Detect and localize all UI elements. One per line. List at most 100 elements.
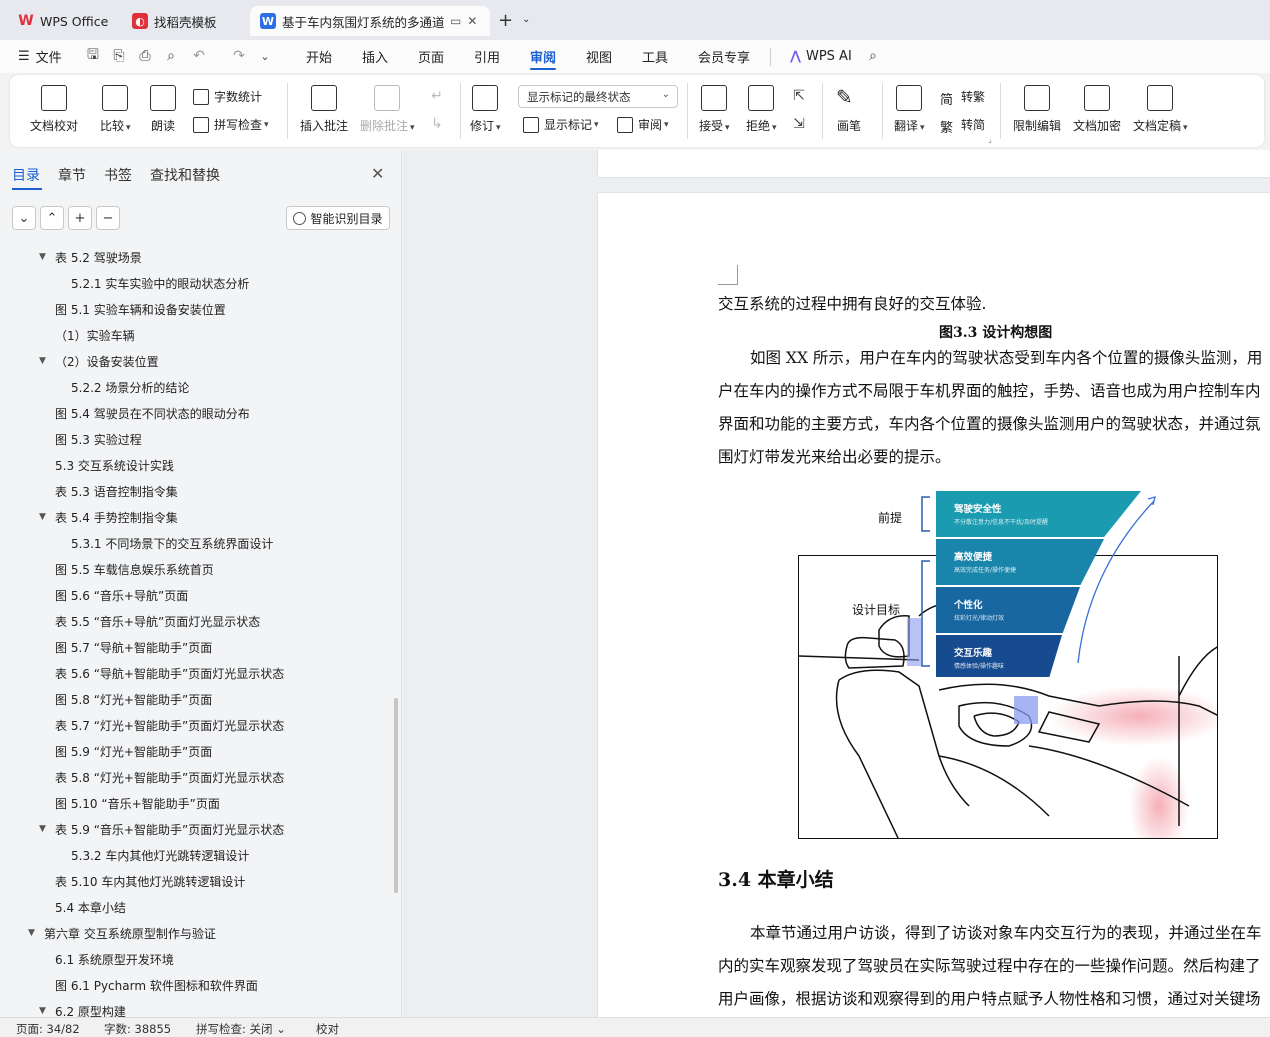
tab-toc[interactable]: 目录: [12, 165, 40, 185]
next-revision-icon[interactable]: ⇲: [790, 115, 808, 133]
toc-item[interactable]: 表 5.5 “音乐+导航”页面灯光显示状态: [55, 610, 260, 632]
expand-arrow-icon[interactable]: ▼: [39, 252, 46, 262]
expand-group-icon[interactable]: ⌟: [988, 135, 992, 144]
page-indicator[interactable]: 页面: 34/82: [16, 1021, 80, 1037]
toc-item[interactable]: ▼ 表 5.4 手势控制指令集: [39, 506, 178, 528]
save-icon[interactable]: 🖫: [84, 47, 102, 65]
accept-button[interactable]: 接受 ▾: [699, 85, 730, 134]
close-icon[interactable]: ✕: [467, 14, 477, 28]
toc-item[interactable]: 图 5.4 驾驶员在不同状态的眼动分布: [55, 402, 250, 424]
to-simplified-button[interactable]: 繁 转简: [940, 116, 985, 136]
chevron-down-icon[interactable]: ⌄: [522, 14, 530, 25]
menu-item-references[interactable]: 引用: [474, 40, 500, 73]
expand-arrow-icon[interactable]: ▼: [39, 512, 46, 522]
revise-button[interactable]: 修订 ▾: [470, 85, 501, 134]
toc-item[interactable]: 图 6.1 Pycharm 软件图标和软件界面: [55, 974, 258, 996]
spell-check-button[interactable]: 拼写检查 ▾: [193, 116, 269, 133]
review-pane-button[interactable]: 审阅 ▾: [617, 116, 669, 133]
toc-item[interactable]: 图 5.6 “音乐+导航”页面: [55, 584, 188, 606]
menu-item-review[interactable]: 审阅: [530, 40, 557, 73]
toc-item[interactable]: ▼ 表 5.9 “音乐+智能助手”页面灯光显示状态: [39, 818, 284, 840]
toc-item[interactable]: 表 5.6 “导航+智能助手”页面灯光显示状态: [55, 662, 284, 684]
undo-icon[interactable]: ↶: [190, 47, 208, 65]
remove-heading-button[interactable]: −: [96, 206, 120, 230]
toc-item[interactable]: 图 5.3 实验过程: [55, 428, 142, 450]
toc-item[interactable]: 5.4 本章小结: [55, 896, 126, 918]
next-comment-icon[interactable]: ↳: [428, 115, 446, 133]
toc-item[interactable]: 图 5.7 “导航+智能助手”页面: [55, 636, 212, 658]
export-icon[interactable]: ⎘: [110, 47, 128, 65]
add-heading-button[interactable]: +: [68, 206, 92, 230]
toc-item[interactable]: 图 5.5 车载信息娱乐系统首页: [55, 558, 214, 580]
spell-check-status[interactable]: 拼写检查: 关闭 ⌄: [196, 1021, 286, 1037]
word-count-button[interactable]: 字数统计: [193, 88, 262, 105]
insert-comment-button[interactable]: 插入批注: [300, 85, 348, 134]
toc-item[interactable]: 表 5.10 车内其他灯光跳转逻辑设计: [55, 870, 245, 892]
toc-item[interactable]: 5.2.1 实车实验中的眼动状态分析: [71, 272, 249, 294]
toc-item[interactable]: 图 5.8 “灯光+智能助手”页面: [55, 688, 212, 710]
restrict-edit-button[interactable]: 限制编辑: [1013, 85, 1061, 134]
monitor-icon[interactable]: ▭: [450, 14, 461, 28]
toc-item[interactable]: ▼ （2）设备安装位置: [39, 350, 159, 372]
tab-current-document[interactable]: W 基于车内氛围灯系统的多通道 ▭ ✕: [250, 6, 490, 36]
toc-scrollbar[interactable]: [394, 698, 398, 893]
toc-item[interactable]: 图 5.1 实验车辆和设备安装位置: [55, 298, 226, 320]
delete-comment-button[interactable]: 删除批注 ▾: [360, 85, 415, 134]
search-icon[interactable]: ⌕: [864, 47, 882, 65]
smart-toc-button[interactable]: 智能识别目录: [286, 206, 390, 230]
menu-item-tools[interactable]: 工具: [642, 40, 668, 73]
menu-item-view[interactable]: 视图: [586, 40, 612, 73]
redo-icon[interactable]: ↷: [230, 47, 248, 65]
expand-arrow-icon[interactable]: ▼: [39, 356, 46, 366]
toc-item[interactable]: 5.2.2 场景分析的结论: [71, 376, 189, 398]
proofread-button[interactable]: 文档校对: [30, 85, 78, 134]
tab-find-replace[interactable]: 查找和替换: [150, 165, 220, 185]
wps-ai-button[interactable]: ⋀ WPS AI: [790, 40, 852, 73]
word-count-indicator[interactable]: 字数: 38855: [104, 1021, 171, 1037]
document-page[interactable]: 交互系统的过程中拥有良好的交互体验. 图3.3 设计构想图 如图 XX 所示，用…: [598, 193, 1270, 1017]
translate-button[interactable]: 翻译 ▾: [894, 85, 925, 134]
tab-chapters[interactable]: 章节: [58, 165, 86, 185]
toc-item[interactable]: ▼ 表 5.2 驾驶场景: [39, 246, 142, 268]
toc-item[interactable]: 表 5.7 “灯光+智能助手”页面灯光显示状态: [55, 714, 284, 736]
toc-item[interactable]: ▼ 第六章 交互系统原型制作与验证: [28, 922, 216, 944]
toc-item[interactable]: 6.1 系统原型开发环境: [55, 948, 174, 970]
proof-status[interactable]: 校对: [316, 1021, 339, 1037]
to-traditional-button[interactable]: 简 转繁: [940, 88, 985, 108]
chevron-down-icon[interactable]: ⌄: [256, 47, 274, 65]
markup-state-dropdown[interactable]: 显示标记的最终状态 ⌄: [518, 85, 678, 108]
toc-item[interactable]: 表 5.8 “灯光+智能助手”页面灯光显示状态: [55, 766, 284, 788]
menu-item-insert[interactable]: 插入: [362, 40, 388, 73]
toc-item[interactable]: ▼ 6.2 原型构建: [39, 1000, 126, 1018]
menu-item-member[interactable]: 会员专享: [698, 40, 750, 73]
new-tab-icon[interactable]: +: [498, 10, 513, 31]
previous-revision-icon[interactable]: ⇱: [790, 87, 808, 105]
expand-arrow-icon[interactable]: ▼: [28, 928, 35, 938]
print-icon[interactable]: ⎙: [136, 47, 154, 65]
pen-button[interactable]: ✎ 画笔: [836, 85, 862, 134]
expand-up-button[interactable]: ⌃: [40, 206, 64, 230]
reject-button[interactable]: 拒绝 ▾: [746, 85, 777, 134]
tab-wps-office[interactable]: W WPS Office: [8, 6, 116, 36]
encrypt-document-button[interactable]: 文档加密: [1073, 85, 1121, 134]
toc-item[interactable]: 图 5.10 “音乐+智能助手”页面: [55, 792, 220, 814]
print-preview-icon[interactable]: ⌕: [162, 47, 180, 65]
expand-arrow-icon[interactable]: ▼: [39, 824, 46, 834]
tab-docer-templates[interactable]: ◐ 找稻壳模板: [122, 6, 244, 36]
previous-comment-icon[interactable]: ↵: [428, 87, 446, 105]
document-area[interactable]: 交互系统的过程中拥有良好的交互体验. 图3.3 设计构想图 如图 XX 所示，用…: [403, 150, 1270, 1017]
close-panel-icon[interactable]: ✕: [371, 164, 384, 183]
toc-item[interactable]: （1）实验车辆: [55, 324, 135, 346]
file-menu[interactable]: ☰ 文件: [18, 40, 62, 73]
show-markup-button[interactable]: 显示标记 ▾: [523, 116, 599, 133]
read-aloud-button[interactable]: 朗读: [150, 85, 176, 134]
toc-item[interactable]: 表 5.3 语音控制指令集: [55, 480, 178, 502]
tab-bookmarks[interactable]: 书签: [104, 165, 132, 185]
finalize-document-button[interactable]: 文档定稿 ▾: [1133, 85, 1188, 134]
toc-item[interactable]: 图 5.9 “灯光+智能助手”页面: [55, 740, 212, 762]
collapse-all-button[interactable]: ⌄: [12, 206, 36, 230]
expand-arrow-icon[interactable]: ▼: [39, 1006, 46, 1016]
toc-item[interactable]: 5.3.2 车内其他灯光跳转逻辑设计: [71, 844, 249, 866]
menu-item-start[interactable]: 开始: [306, 40, 332, 73]
toc-item[interactable]: 5.3 交互系统设计实践: [55, 454, 174, 476]
